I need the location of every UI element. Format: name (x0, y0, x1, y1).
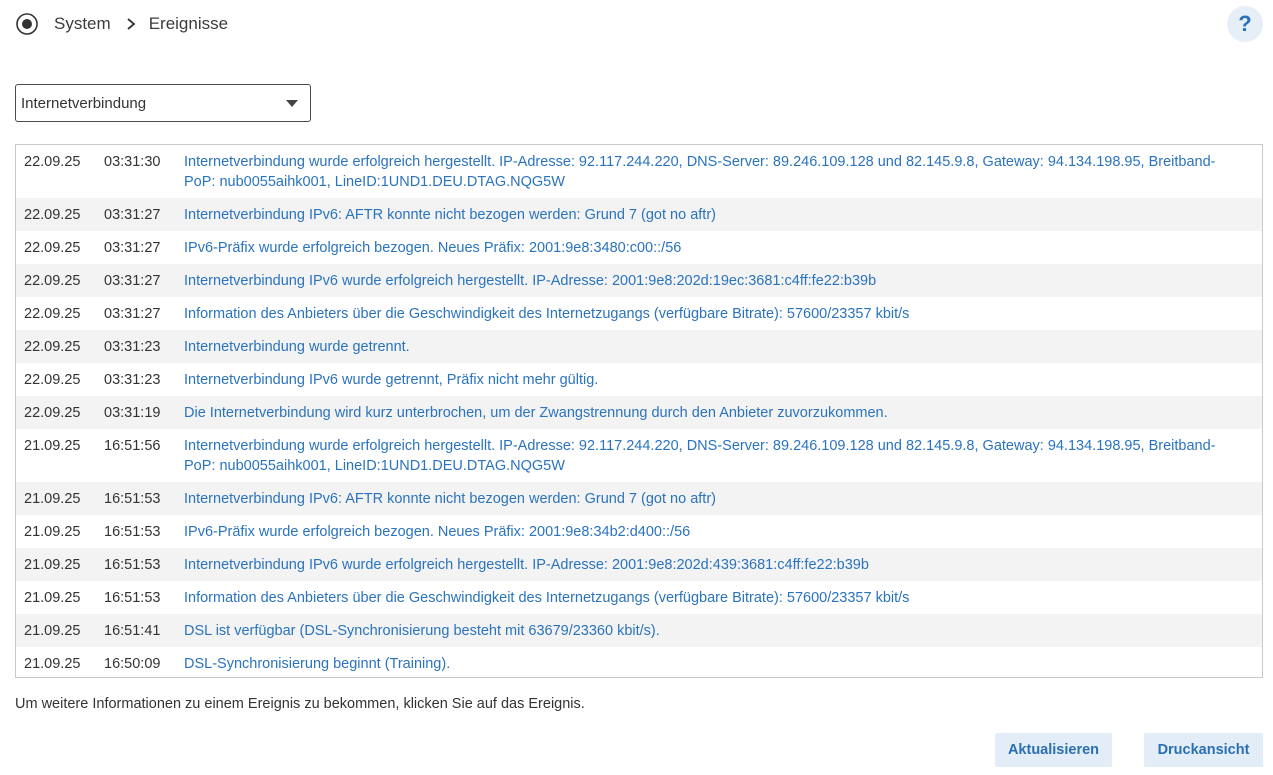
breadcrumb-system[interactable]: System (54, 14, 111, 34)
event-date: 22.09.25 (24, 405, 81, 421)
event-row[interactable]: 22.09.25 03:31:27 IPv6-Präfix wurde erfolg… (16, 231, 1262, 264)
event-date: 22.09.25 (24, 372, 81, 388)
event-message[interactable]: Internetverbindung wurde erfolgreich her… (176, 436, 1262, 476)
event-time: 16:51:56 (104, 438, 161, 454)
event-message[interactable]: DSL ist verfügbar (DSL-Synchronisierung … (176, 621, 1262, 641)
event-date: 22.09.25 (24, 207, 81, 223)
print-view-button[interactable]: Druckansicht (1144, 733, 1263, 767)
event-row[interactable]: 22.09.25 03:31:30 Internetverbindung wurde… (16, 145, 1262, 198)
event-message[interactable]: Internetverbindung IPv6 wurde erfolgreic… (176, 271, 1262, 291)
breadcrumb-events: Ereignisse (148, 14, 229, 33)
event-date: 21.09.25 (24, 590, 81, 606)
event-row[interactable]: 22.09.25 03:31:27 Internetverbindung IPv6:… (16, 198, 1262, 231)
event-time: 03:31:27 (104, 306, 161, 322)
event-row[interactable]: 22.09.25 03:31:23 Internetverbindung wurde… (16, 330, 1262, 363)
event-time: 03:31:27 (104, 240, 161, 256)
event-row[interactable]: 21.09.25 16:51:53 Information des Anbieter… (16, 581, 1262, 614)
event-row[interactable]: 21.09.25 16:51:53 IPv6-Präfix wurde erfolg… (16, 515, 1262, 548)
event-date: 21.09.25 (24, 557, 81, 573)
event-row[interactable]: 22.09.25 03:31:23 Internetverbindung IPv6 … (16, 363, 1262, 396)
event-date: 21.09.25 (24, 438, 81, 454)
event-time: 03:31:23 (104, 372, 161, 388)
status-radio-icon (16, 13, 38, 35)
event-time: 03:31:19 (104, 405, 161, 421)
event-row[interactable]: 22.09.25 03:31:27 Information des Anbieter… (16, 297, 1262, 330)
help-icon: ? (1238, 11, 1252, 36)
event-row[interactable]: 21.09.25 16:50:09 DSL-Synchronisierung beg… (16, 647, 1262, 677)
info-hint: Um weitere Informationen zu einem Ereign… (15, 696, 585, 712)
event-filter-select[interactable]: Internetverbindung (15, 84, 311, 122)
event-date: 22.09.25 (24, 273, 81, 289)
event-row[interactable]: 21.09.25 16:51:53 Internetverbindung IPv6 … (16, 548, 1262, 581)
event-date: 22.09.25 (24, 240, 81, 256)
event-message[interactable]: Die Internetverbindung wird kurz unterbr… (176, 403, 1262, 423)
refresh-button[interactable]: Aktualisieren (995, 733, 1112, 767)
event-row[interactable]: 21.09.25 16:51:53 Internetverbindung IPv6:… (16, 482, 1262, 515)
event-message[interactable]: Internetverbindung IPv6: AFTR konnte nic… (176, 489, 1262, 509)
event-date: 22.09.25 (24, 306, 81, 322)
event-row[interactable]: 22.09.25 03:31:27 Internetverbindung IPv6 … (16, 264, 1262, 297)
event-message[interactable]: Internetverbindung IPv6 wurde erfolgreic… (176, 555, 1262, 575)
events-table: 22.09.25 03:31:30 Internetverbindung wurde… (15, 144, 1263, 678)
event-row[interactable]: 21.09.25 16:51:41 DSL ist verfügbar (DSL-S… (16, 614, 1262, 647)
event-message[interactable]: Information des Anbieters über die Gesch… (176, 588, 1262, 608)
event-time: 03:31:23 (104, 339, 161, 355)
event-time: 16:51:53 (104, 491, 161, 507)
event-message[interactable]: IPv6-Präfix wurde erfolgreich bezogen. N… (176, 238, 1262, 258)
event-message[interactable]: Information des Anbieters über die Gesch… (176, 304, 1262, 324)
event-filter-value: Internetverbindung (21, 94, 147, 112)
chevron-right-icon (127, 18, 136, 30)
event-time: 16:51:53 (104, 557, 161, 573)
event-date: 21.09.25 (24, 656, 81, 672)
event-time: 16:50:09 (104, 656, 161, 672)
help-button[interactable]: ? (1227, 6, 1263, 42)
event-row[interactable]: 22.09.25 03:31:19 Die Internetverbindung w… (16, 396, 1262, 429)
event-date: 21.09.25 (24, 524, 81, 540)
event-row[interactable]: 21.09.25 16:51:56 Internetverbindung wurde… (16, 429, 1262, 482)
event-time: 16:51:53 (104, 524, 161, 540)
header: System Ereignisse ? (0, 0, 1273, 48)
event-message[interactable]: Internetverbindung wurde getrennt. (176, 337, 1262, 357)
event-time: 16:51:53 (104, 590, 161, 606)
event-time: 03:31:27 (104, 273, 161, 289)
event-date: 21.09.25 (24, 491, 81, 507)
event-date: 22.09.25 (24, 339, 81, 355)
event-time: 03:31:27 (104, 207, 161, 223)
caret-down-icon (286, 100, 298, 107)
event-time: 16:51:41 (104, 623, 161, 639)
event-message[interactable]: IPv6-Präfix wurde erfolgreich bezogen. N… (176, 522, 1262, 542)
event-message[interactable]: Internetverbindung IPv6: AFTR konnte nic… (176, 205, 1262, 225)
event-date: 22.09.25 (24, 154, 81, 170)
breadcrumb: System Ereignisse (54, 13, 228, 35)
event-message[interactable]: DSL-Synchronisierung beginnt (Training). (176, 654, 1262, 674)
event-message[interactable]: Internetverbindung IPv6 wurde getrennt, … (176, 370, 1262, 390)
event-message[interactable]: Internetverbindung wurde erfolgreich her… (176, 152, 1262, 192)
event-time: 03:31:30 (104, 154, 161, 170)
event-date: 21.09.25 (24, 623, 81, 639)
